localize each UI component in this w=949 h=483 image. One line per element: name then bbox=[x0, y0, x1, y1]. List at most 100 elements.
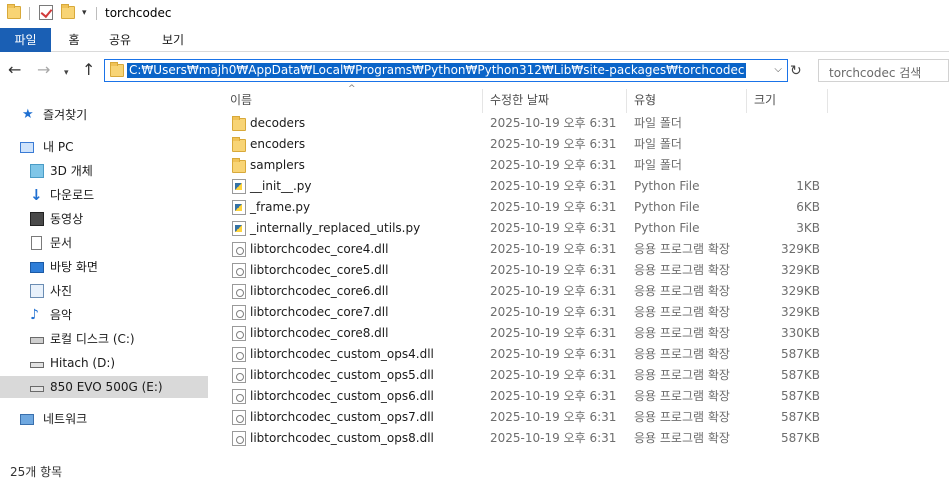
forward-arrow-icon[interactable]: → bbox=[37, 62, 50, 78]
tab-share[interactable]: 공유 bbox=[102, 28, 138, 52]
nav-item-drive-c[interactable]: 로컬 디스크 (C:) bbox=[0, 328, 208, 350]
file-modified-date: 2025-10-19 오후 6:31 bbox=[490, 116, 617, 130]
file-modified-date: 2025-10-19 오후 6:31 bbox=[490, 263, 617, 277]
status-bar: 25개 항목 bbox=[0, 459, 949, 483]
file-modified-date: 2025-10-19 오후 6:31 bbox=[490, 410, 617, 424]
drive-icon bbox=[30, 337, 44, 344]
address-path[interactable]: C:₩Users₩majh0₩AppData₩Local₩Programs₩Py… bbox=[127, 63, 747, 78]
file-row[interactable]: libtorchcodec_core8.dll 2025-10-19 오후 6:3… bbox=[212, 323, 949, 344]
column-divider[interactable] bbox=[827, 89, 828, 113]
column-divider[interactable] bbox=[746, 89, 747, 113]
file-modified-date: 2025-10-19 오후 6:31 bbox=[490, 326, 617, 340]
file-row[interactable]: libtorchcodec_core5.dll 2025-10-19 오후 6:3… bbox=[212, 260, 949, 281]
back-arrow-icon[interactable]: ← bbox=[8, 62, 21, 78]
dll-file-icon bbox=[232, 347, 246, 362]
refresh-icon[interactable]: ↻ bbox=[790, 63, 802, 79]
file-row[interactable]: _frame.py 2025-10-19 오후 6:31 Python File 6K… bbox=[212, 197, 949, 218]
file-row[interactable]: libtorchcodec_custom_ops4.dll 2025-10-19 … bbox=[212, 344, 949, 365]
file-type: 응용 프로그램 확장 bbox=[634, 389, 730, 403]
file-name: libtorchcodec_core7.dll bbox=[250, 305, 389, 319]
file-name: libtorchcodec_custom_ops5.dll bbox=[250, 368, 434, 382]
folder-icon bbox=[110, 62, 124, 77]
file-size: 330KB bbox=[780, 326, 820, 340]
star-icon: ★ bbox=[22, 107, 34, 122]
desktop-icon bbox=[30, 262, 44, 273]
file-row[interactable]: libtorchcodec_custom_ops5.dll 2025-10-19 … bbox=[212, 365, 949, 386]
file-modified-date: 2025-10-19 오후 6:31 bbox=[490, 242, 617, 256]
file-modified-date: 2025-10-19 오후 6:31 bbox=[490, 200, 617, 214]
dll-file-icon bbox=[232, 263, 246, 278]
file-row[interactable]: libtorchcodec_custom_ops6.dll 2025-10-19 … bbox=[212, 386, 949, 407]
nav-item-network[interactable]: 네트워크 bbox=[0, 408, 208, 430]
nav-item-downloads[interactable]: ↓ 다운로드 bbox=[0, 184, 208, 206]
dll-file-icon bbox=[232, 242, 246, 257]
picture-icon bbox=[30, 284, 44, 298]
customize-toolbar-chevron-icon[interactable]: ▾ bbox=[82, 8, 87, 18]
vertical-scrollbar[interactable] bbox=[935, 89, 949, 459]
file-size: 329KB bbox=[780, 305, 820, 319]
column-header-name[interactable]: 이름 bbox=[230, 89, 252, 113]
up-arrow-icon[interactable]: ↑ bbox=[82, 62, 95, 78]
nav-item-this-pc[interactable]: 내 PC bbox=[0, 136, 208, 158]
file-row[interactable]: libtorchcodec_core4.dll 2025-10-19 오후 6:3… bbox=[212, 239, 949, 260]
address-bar[interactable]: C:₩Users₩majh0₩AppData₩Local₩Programs₩Py… bbox=[104, 59, 788, 82]
nav-item-quick-access[interactable]: ★ 즐겨찾기 bbox=[0, 104, 208, 126]
new-folder-quick-access-icon[interactable] bbox=[61, 4, 75, 19]
properties-quick-access-icon[interactable] bbox=[39, 5, 53, 20]
python-file-icon bbox=[232, 179, 246, 194]
drive-icon bbox=[30, 362, 44, 368]
column-header-size[interactable]: 크기 bbox=[754, 89, 776, 113]
file-name: libtorchcodec_core5.dll bbox=[250, 263, 389, 277]
file-type: Python File bbox=[634, 200, 700, 214]
file-row[interactable]: libtorchcodec_core7.dll 2025-10-19 오후 6:3… bbox=[212, 302, 949, 323]
computer-icon bbox=[20, 142, 34, 153]
file-modified-date: 2025-10-19 오후 6:31 bbox=[490, 431, 617, 445]
file-name: samplers bbox=[250, 158, 305, 172]
nav-item-videos[interactable]: 동영상 bbox=[0, 208, 208, 230]
dll-file-icon bbox=[232, 326, 246, 341]
file-size: 587KB bbox=[780, 347, 820, 361]
file-modified-date: 2025-10-19 오후 6:31 bbox=[490, 347, 617, 361]
file-type: 응용 프로그램 확장 bbox=[634, 284, 730, 298]
column-divider[interactable] bbox=[482, 89, 483, 113]
file-row[interactable]: _internally_replaced_utils.py 2025-10-19 … bbox=[212, 218, 949, 239]
file-row[interactable]: libtorchcodec_core6.dll 2025-10-19 오후 6:3… bbox=[212, 281, 949, 302]
file-row[interactable]: libtorchcodec_custom_ops8.dll 2025-10-19 … bbox=[212, 428, 949, 449]
column-header-type[interactable]: 유형 bbox=[634, 89, 656, 113]
dll-file-icon bbox=[232, 431, 246, 446]
file-size: 587KB bbox=[780, 368, 820, 382]
column-header-date[interactable]: 수정한 날짜 bbox=[490, 89, 549, 113]
address-dropdown-chevron-icon[interactable]: ⌵ bbox=[774, 64, 782, 75]
file-type: Python File bbox=[634, 179, 700, 193]
divider bbox=[96, 7, 97, 20]
column-divider[interactable] bbox=[626, 89, 627, 113]
nav-item-pictures[interactable]: 사진 bbox=[0, 280, 208, 302]
nav-item-drive-e[interactable]: 850 EVO 500G (E:) bbox=[0, 376, 208, 398]
file-name: _internally_replaced_utils.py bbox=[250, 221, 421, 235]
file-name: encoders bbox=[250, 137, 306, 151]
file-size: 1KB bbox=[796, 179, 820, 193]
file-name: libtorchcodec_custom_ops4.dll bbox=[250, 347, 434, 361]
file-row[interactable]: __init__.py 2025-10-19 오후 6:31 Python File… bbox=[212, 176, 949, 197]
divider bbox=[29, 7, 30, 20]
file-row[interactable]: samplers 2025-10-19 오후 6:31 파일 폴더 bbox=[212, 155, 949, 176]
file-row[interactable]: encoders 2025-10-19 오후 6:31 파일 폴더 bbox=[212, 134, 949, 155]
tab-view[interactable]: 보기 bbox=[155, 28, 191, 52]
recent-locations-chevron-icon[interactable]: ▾ bbox=[64, 65, 69, 81]
file-row[interactable]: libtorchcodec_custom_ops7.dll 2025-10-19 … bbox=[212, 407, 949, 428]
nav-item-3d-objects[interactable]: 3D 개체 bbox=[0, 160, 208, 182]
file-modified-date: 2025-10-19 오후 6:31 bbox=[490, 221, 617, 235]
nav-item-desktop[interactable]: 바탕 화면 bbox=[0, 256, 208, 278]
file-row[interactable]: decoders 2025-10-19 오후 6:31 파일 폴더 bbox=[212, 113, 949, 134]
nav-item-drive-d[interactable]: Hitach (D:) bbox=[0, 352, 208, 374]
nav-item-documents[interactable]: 문서 bbox=[0, 232, 208, 254]
file-modified-date: 2025-10-19 오후 6:31 bbox=[490, 368, 617, 382]
search-input[interactable]: torchcodec 검색 bbox=[818, 59, 949, 82]
nav-item-music[interactable]: ♪ 음악 bbox=[0, 304, 208, 326]
tab-file[interactable]: 파일 bbox=[0, 28, 51, 52]
file-modified-date: 2025-10-19 오후 6:31 bbox=[490, 389, 617, 403]
python-file-icon bbox=[232, 221, 246, 236]
tab-home[interactable]: 홈 bbox=[60, 28, 88, 52]
file-modified-date: 2025-10-19 오후 6:31 bbox=[490, 158, 617, 172]
dll-file-icon bbox=[232, 284, 246, 299]
